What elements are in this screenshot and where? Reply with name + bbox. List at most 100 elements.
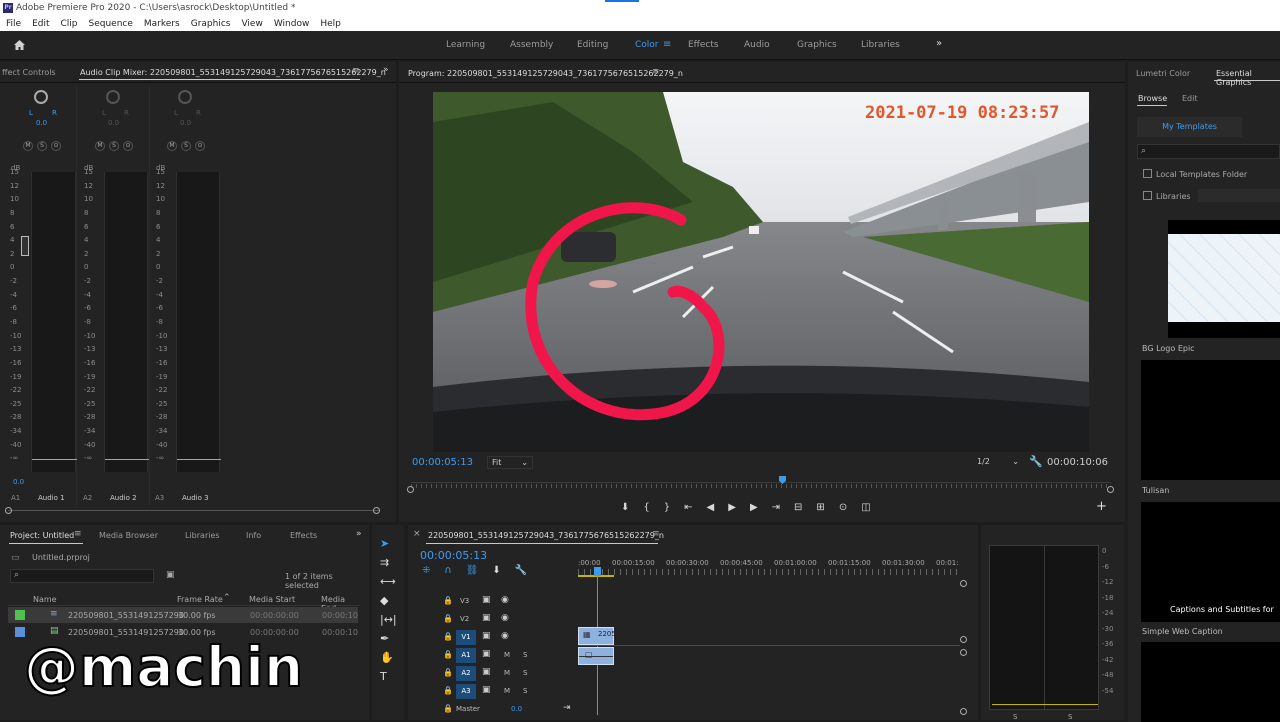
template-thumb-2[interactable] (1141, 360, 1280, 480)
sync-lock-icon[interactable]: ▣ (482, 649, 491, 659)
lock-icon[interactable]: 🔒 (443, 668, 453, 677)
menu-edit[interactable]: Edit (32, 19, 49, 29)
record-button[interactable]: ⊙ (123, 141, 133, 151)
local-templates-checkbox[interactable] (1143, 169, 1152, 178)
track-label[interactable]: A2 (456, 666, 476, 681)
scrollbar-handle-left[interactable] (5, 507, 12, 514)
vertical-zoom-handle[interactable] (960, 580, 967, 587)
pan-knob[interactable] (178, 90, 192, 104)
tab-lumetri-color[interactable]: Lumetri Color (1136, 69, 1190, 78)
menu-markers[interactable]: Markers (144, 19, 180, 29)
program-monitor-title[interactable]: Program: 220509801_553149125729043_73617… (408, 69, 683, 78)
fader-value[interactable]: 0.0 (13, 478, 24, 486)
mark-out-icon[interactable]: } (664, 502, 670, 513)
track-label[interactable]: A1 (456, 648, 476, 663)
solo-button[interactable]: S (181, 141, 191, 151)
lock-icon[interactable]: 🔒 (443, 650, 453, 659)
my-templates-button[interactable]: My Templates (1137, 117, 1242, 137)
workspace-learning[interactable]: Learning (446, 40, 485, 50)
tab-project[interactable]: Project: Untitled (10, 531, 74, 540)
lock-icon[interactable]: 🔒 (443, 686, 453, 695)
track-label[interactable]: V2 (460, 615, 469, 623)
step-back-icon[interactable]: ◀︎ (707, 502, 715, 513)
lock-icon[interactable]: 🔒 (443, 596, 453, 605)
tab-audio-clip-mixer[interactable]: Audio Clip Mixer: 220509801_553149125729… (80, 68, 386, 77)
libraries-select[interactable] (1198, 189, 1280, 202)
track-label[interactable]: V1 (456, 630, 476, 645)
template-thumb-4[interactable] (1141, 642, 1280, 722)
sync-lock-icon[interactable]: ▣ (482, 595, 491, 605)
slip-tool-icon[interactable]: |↔| (380, 613, 397, 626)
master-volume-value[interactable]: 0.0 (511, 705, 522, 713)
workspace-color[interactable]: Color (635, 40, 659, 50)
close-icon[interactable]: × (413, 529, 421, 539)
mute-track-button[interactable]: M (504, 669, 510, 677)
tab-info[interactable]: Info (246, 531, 261, 540)
sync-lock-icon[interactable]: ▣ (482, 685, 491, 695)
linked-selection-icon[interactable]: ⛓ (466, 565, 479, 576)
more-tabs-icon[interactable]: » (383, 65, 389, 75)
new-bin-from-search-icon[interactable]: ▣ (166, 570, 175, 580)
snap-icon[interactable]: ∩ (444, 565, 451, 576)
lock-icon[interactable]: 🔒 (443, 614, 453, 623)
tab-essential-graphics[interactable]: Essential Graphics (1216, 69, 1280, 87)
audio-clip[interactable]: ▢ (578, 647, 614, 665)
ruler-handle-left[interactable] (407, 486, 414, 493)
mute-button[interactable]: M (95, 141, 105, 151)
more-tabs-icon[interactable]: » (356, 529, 362, 539)
insert-sequence-icon[interactable]: ⁜ (422, 565, 430, 576)
menu-graphics[interactable]: Graphics (191, 19, 231, 29)
extract-icon[interactable]: ⊞ (816, 502, 824, 513)
tab-edit[interactable]: Edit (1182, 94, 1198, 103)
home-icon[interactable] (13, 39, 26, 51)
label-color-swatch[interactable] (15, 610, 25, 620)
add-marker-icon[interactable]: ⬇ (621, 502, 629, 513)
pan-knob[interactable] (106, 90, 120, 104)
tab-effects[interactable]: Effects (290, 531, 317, 540)
workspace-libraries[interactable]: Libraries (861, 40, 900, 50)
template-thumb-1[interactable] (1168, 220, 1280, 338)
track-select-tool-icon[interactable]: ⇉ (380, 556, 397, 569)
vertical-zoom-handle[interactable] (960, 708, 967, 715)
scrollbar-handle-right[interactable] (373, 507, 380, 514)
pan-value[interactable]: 0.0 (108, 119, 119, 127)
go-to-out-icon[interactable]: ⇥ (772, 502, 780, 513)
column-media-start[interactable]: Media Start (249, 595, 295, 604)
eye-icon[interactable]: ◉ (501, 613, 509, 623)
menu-window[interactable]: Window (274, 19, 310, 29)
table-row[interactable]: ≡ 220509801_5531491257290 30.00 fps 00:0… (8, 607, 358, 623)
lock-icon[interactable]: 🔒 (443, 632, 453, 641)
tab-media-browser[interactable]: Media Browser (99, 531, 158, 540)
timeline-ruler[interactable]: :00:00 00:00:15:00 00:00:30:00 00:00:45:… (578, 555, 960, 577)
ruler-handle-right[interactable] (1107, 486, 1114, 493)
sync-lock-icon[interactable]: ▣ (482, 667, 491, 677)
pen-tool-icon[interactable]: ✒ (380, 632, 397, 645)
more-workspaces-icon[interactable]: » (936, 38, 942, 49)
solo-track-button[interactable]: S (523, 669, 527, 677)
column-name[interactable]: Name (33, 595, 57, 604)
video-frame[interactable]: 2021-07-19 08:23:57 (433, 92, 1089, 452)
workspace-editing[interactable]: Editing (577, 40, 608, 50)
zoom-select[interactable]: Fit ⌄ (487, 456, 533, 469)
tab-browse[interactable]: Browse (1138, 94, 1167, 103)
ripple-edit-tool-icon[interactable]: ⟷ (380, 575, 397, 588)
panel-menu-icon[interactable]: ≡ (74, 529, 82, 539)
vertical-zoom-handle[interactable] (960, 649, 967, 656)
menu-help[interactable]: Help (320, 19, 341, 29)
project-search-input[interactable]: ⌕ (10, 569, 154, 583)
workspace-audio[interactable]: Audio (744, 40, 770, 50)
program-time-ruler[interactable] (411, 482, 1111, 492)
timeline-timecode[interactable]: 00:00:05:13 (420, 549, 487, 562)
solo-track-button[interactable]: S (523, 687, 527, 695)
menu-sequence[interactable]: Sequence (89, 19, 133, 29)
go-to-end-icon[interactable]: ⇥ (563, 703, 571, 713)
go-to-in-icon[interactable]: ⇤ (684, 502, 692, 513)
track-label[interactable]: A3 (456, 684, 476, 699)
sync-lock-icon[interactable]: ▣ (482, 613, 491, 623)
hand-tool-icon[interactable]: ✋ (380, 651, 397, 664)
libraries-checkbox[interactable] (1143, 191, 1152, 200)
record-button[interactable]: ⊙ (195, 141, 205, 151)
export-frame-icon[interactable]: ⊙ (839, 502, 847, 513)
vertical-zoom-handle[interactable] (960, 636, 967, 643)
workspace-effects[interactable]: Effects (688, 40, 719, 50)
